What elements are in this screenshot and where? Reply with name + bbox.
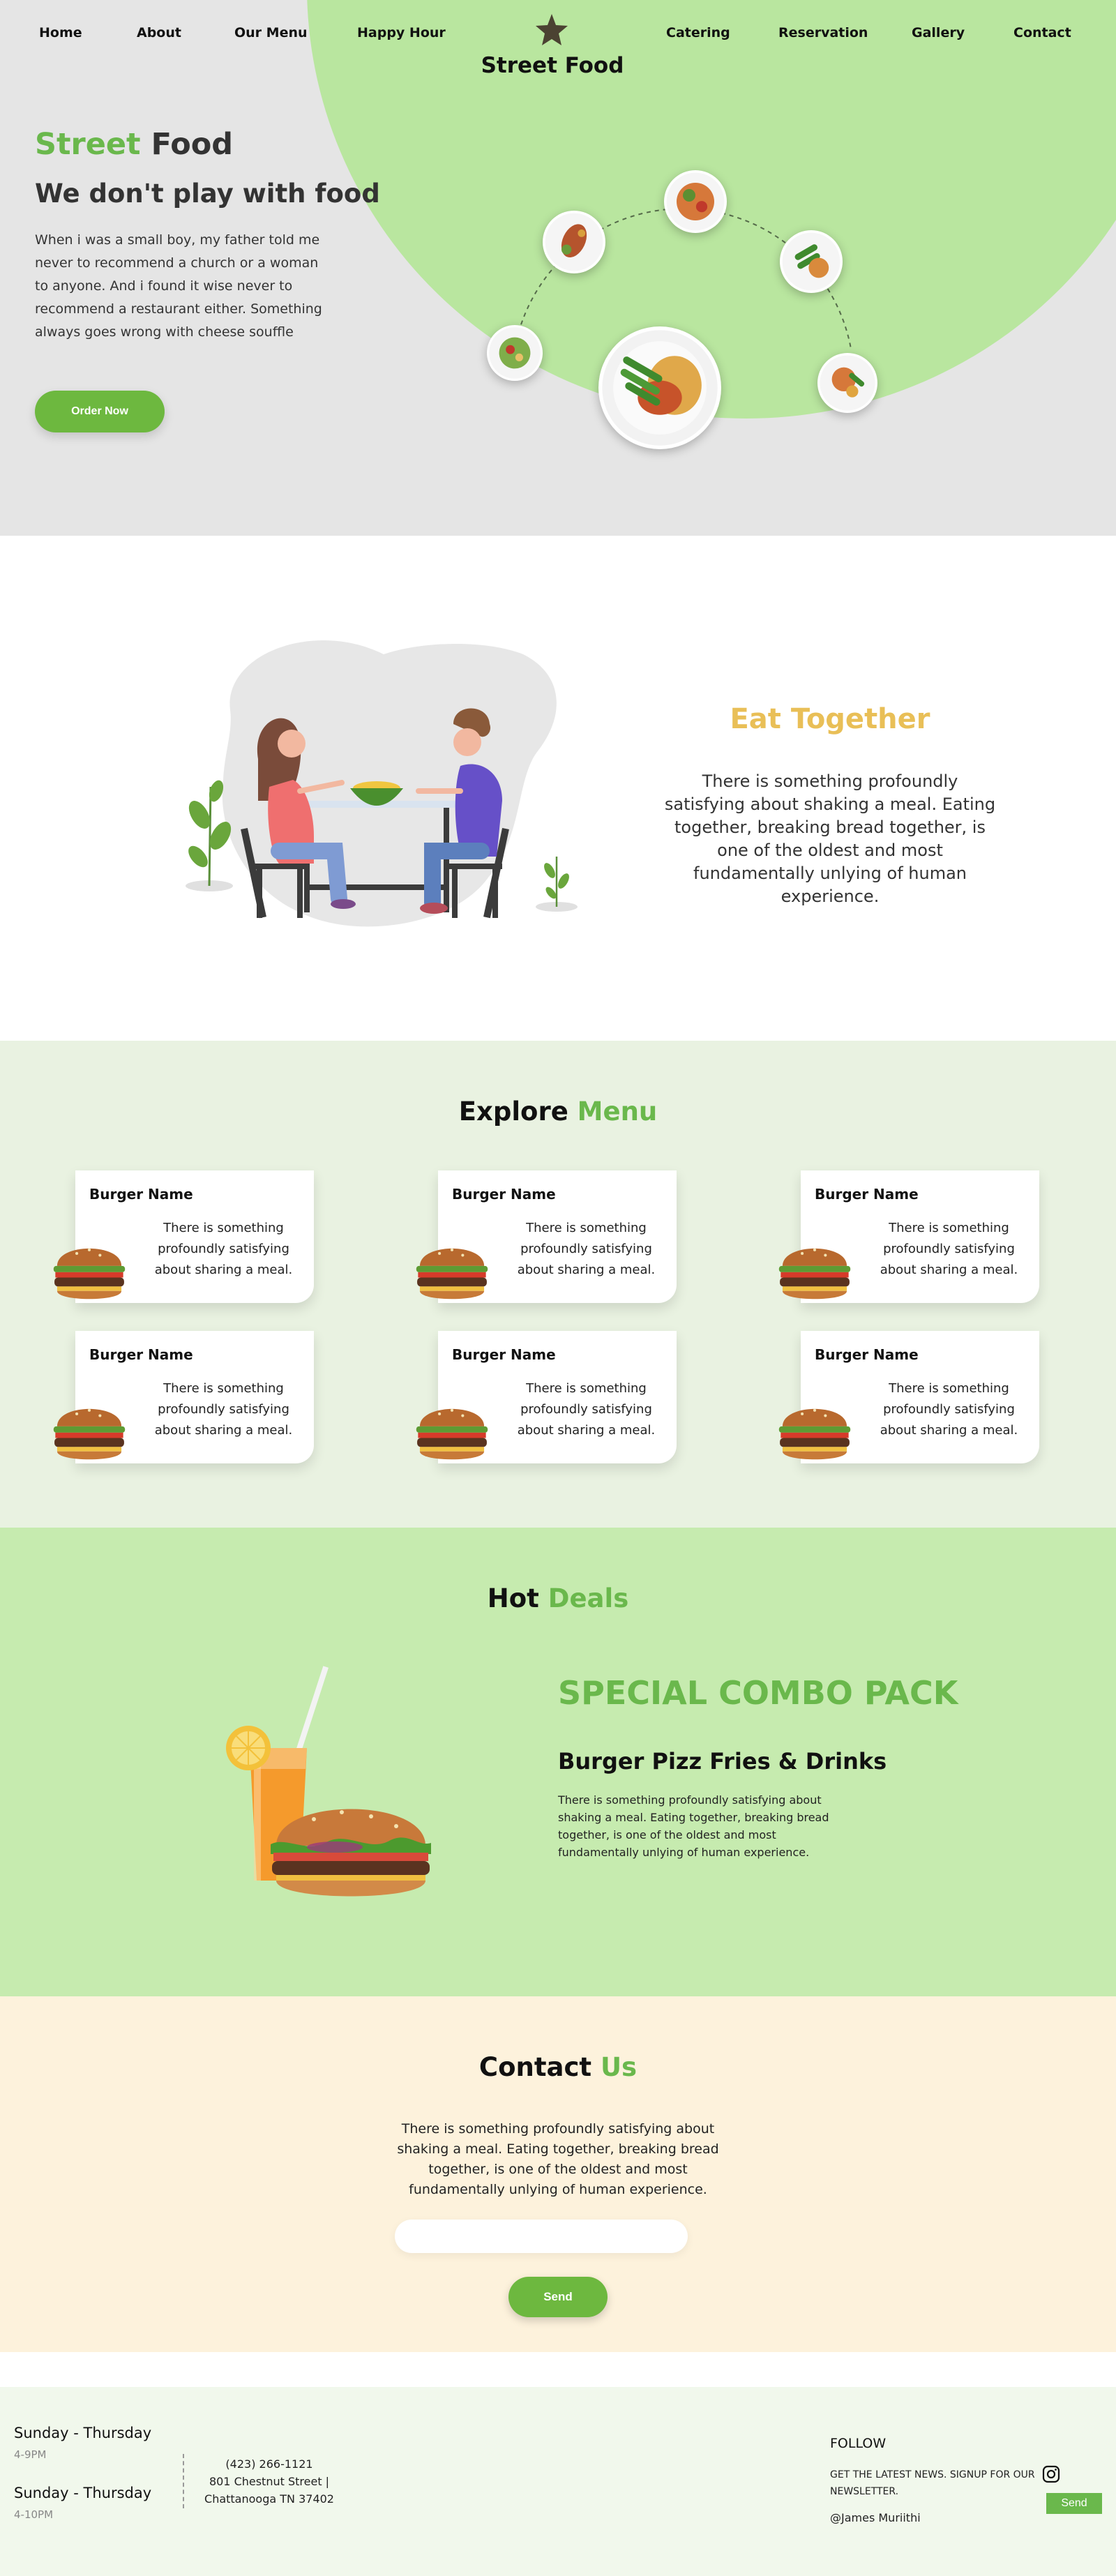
menu-card-name: Burger Name: [452, 1346, 556, 1363]
deal-heading: SPECIAL COMBO PACK: [558, 1674, 958, 1712]
menu-card-name: Burger Name: [89, 1346, 193, 1363]
social-handle[interactable]: @James Muriithi: [830, 2511, 921, 2524]
food-plate-icon: [487, 325, 543, 381]
hero-description: When i was a small boy, my father told m…: [35, 232, 322, 340]
menu-title: Explore Menu: [0, 1097, 1116, 1127]
hero-title-rest: Food: [140, 127, 234, 162]
contact-title-green: Us: [601, 2052, 638, 2082]
nav-home[interactable]: Home: [39, 25, 82, 40]
eat-together-section: Eat Together There is something profound…: [0, 536, 1116, 1041]
send-button[interactable]: Send: [508, 2277, 608, 2317]
hours-days: Sunday - Thursday: [14, 2425, 152, 2441]
newsletter-text: GET THE LATEST NEWS. SIGNUP FOR OUR NEWS…: [830, 2469, 1035, 2497]
contact-section: Contact Us There is something profoundly…: [0, 1996, 1116, 2352]
burger-icon: [778, 1248, 851, 1300]
hours-time: 4-10PM: [14, 2508, 54, 2521]
contact-title-black: Contact: [478, 2052, 601, 2082]
menu-card-name: Burger Name: [89, 1186, 193, 1203]
burger-icon: [53, 1408, 126, 1460]
menu-card-text: There is something profoundly satisfying…: [880, 1381, 1018, 1438]
nav-about[interactable]: About: [137, 25, 181, 40]
burger-icon: [416, 1248, 488, 1300]
combo-meal-image: [226, 1666, 431, 1897]
menu-title-green: Menu: [577, 1097, 658, 1127]
contact-input[interactable]: [395, 2220, 688, 2253]
star-logo-icon[interactable]: [534, 13, 569, 47]
contact-title: Contact Us: [0, 2052, 1116, 2082]
footer-phone[interactable]: (423) 266-1121: [195, 2455, 343, 2473]
deals-title-green: Deals: [548, 1583, 629, 1613]
menu-title-black: Explore: [458, 1097, 578, 1127]
eat-together-text: There is something profoundly satisfying…: [664, 771, 996, 906]
menu-card-name: Burger Name: [452, 1186, 556, 1203]
people-eating-illustration: [186, 640, 578, 927]
hours-time: 4-9PM: [14, 2448, 47, 2461]
food-plate-icon: [543, 211, 605, 273]
contact-description: There is something profoundly satisfying…: [397, 2121, 719, 2197]
menu-card-name: Burger Name: [815, 1346, 919, 1363]
menu-section: Explore Menu Burger Name There is someth…: [0, 1041, 1116, 1528]
hot-deals-section: Hot Deals SPECIAL COMBO PACK Burger Pizz…: [0, 1528, 1116, 1996]
burger-icon: [416, 1408, 488, 1460]
instagram-icon[interactable]: [1042, 2465, 1060, 2483]
deals-title: Hot Deals: [0, 1583, 1116, 1613]
food-plate-icon: [817, 353, 877, 413]
hero-title-green: Street: [35, 127, 141, 162]
nav-happy-hour[interactable]: Happy Hour: [357, 25, 446, 40]
menu-card-name: Burger Name: [815, 1186, 919, 1203]
hero-title: Street Food: [35, 127, 233, 162]
site-logo[interactable]: Street Food: [474, 53, 631, 78]
footer-address-line1: 801 Chestnut Street |: [209, 2475, 330, 2488]
newsletter-send-button[interactable]: Send: [1046, 2493, 1102, 2514]
deals-title-black: Hot: [487, 1583, 548, 1613]
nav-reservation[interactable]: Reservation: [778, 25, 868, 40]
eat-together-title: Eat Together: [730, 703, 930, 735]
menu-card-text: There is something profoundly satisfying…: [880, 1221, 1018, 1277]
burger-icon: [778, 1408, 851, 1460]
footer-divider: [183, 2454, 184, 2508]
hero-section: Home About Our Menu Happy Hour Street Fo…: [0, 0, 1116, 536]
menu-card-text: There is something profoundly satisfying…: [154, 1221, 293, 1277]
menu-card-text: There is something profoundly satisfying…: [517, 1221, 656, 1277]
nav-catering[interactable]: Catering: [666, 25, 730, 40]
nav-gallery[interactable]: Gallery: [912, 25, 965, 40]
order-now-button[interactable]: Order Now: [35, 391, 165, 432]
menu-card-text: There is something profoundly satisfying…: [517, 1381, 656, 1438]
food-plate-icon: [664, 170, 727, 233]
footer: Sunday - Thursday 4-9PM Sunday - Thursda…: [0, 2387, 1116, 2576]
footer-address-line2: Chattanooga TN 37402: [204, 2492, 334, 2506]
nav-our-menu[interactable]: Our Menu: [234, 25, 308, 40]
deal-description: There is something profoundly satisfying…: [558, 1793, 829, 1859]
nav-contact[interactable]: Contact: [1013, 25, 1071, 40]
hours-days: Sunday - Thursday: [14, 2485, 152, 2501]
footer-address: (423) 266-1121 801 Chestnut Street | Cha…: [195, 2455, 343, 2508]
food-plate-icon: [780, 230, 843, 293]
menu-card-text: There is something profoundly satisfying…: [154, 1381, 293, 1438]
food-plate-icon: [598, 326, 721, 449]
burger-icon: [53, 1248, 126, 1300]
hero-subtitle: We don't play with food: [35, 179, 380, 209]
deal-subheading: Burger Pizz Fries & Drinks: [558, 1748, 887, 1775]
follow-title: FOLLOW: [830, 2436, 887, 2451]
